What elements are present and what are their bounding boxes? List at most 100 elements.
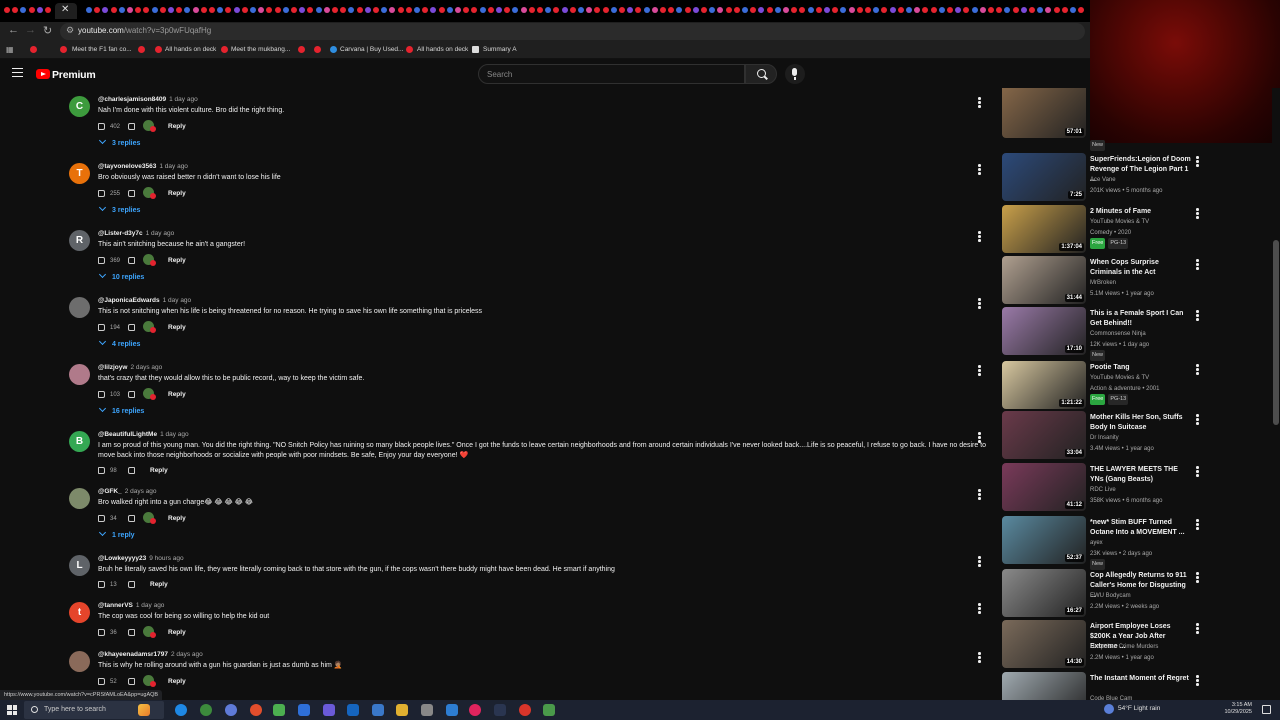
comment-author[interactable]: @khayeenadamsr1797 [98,651,168,658]
comment-avatar[interactable]: L [69,555,90,576]
omnibox[interactable] [60,23,1085,40]
video-title[interactable]: Pootie Tang [1090,363,1192,373]
tab-favicon-icon[interactable] [373,7,379,13]
tab-favicon-icon[interactable] [348,7,355,13]
tab-favicon-icon[interactable] [578,7,584,13]
comment-more-options-icon[interactable] [978,432,981,443]
tab-favicon-icon[interactable] [291,7,297,13]
tab-favicon-icon[interactable] [676,7,683,13]
app-icon[interactable] [347,704,359,716]
comment-more-options-icon[interactable] [978,556,981,567]
comment-avatar[interactable] [69,488,90,509]
comment-more-options-icon[interactable] [978,489,981,500]
video-channel[interactable]: RDC Live [1090,485,1200,496]
tab-favicon-icon[interactable] [1070,7,1076,13]
opera-icon[interactable] [250,704,262,716]
comment-author[interactable]: @tannerVS [98,602,133,609]
tab-favicon-icon[interactable] [455,7,461,13]
video-more-options-icon[interactable] [1196,466,1199,477]
reply-button[interactable]: Reply [168,629,186,636]
video-more-options-icon[interactable] [1196,519,1199,530]
reply-button[interactable]: Reply [168,391,186,398]
like-icon[interactable] [98,324,105,331]
related-video-item[interactable]: 1:21:22 Pootie Tang YouTube Movies & TV Act… [1000,361,1270,411]
tab-favicon-icon[interactable] [28,7,35,13]
bookmark-item[interactable]: All hands on deck [165,46,216,53]
related-video-item[interactable]: 31:44 When Cops Surprise Criminals in the… [1000,256,1270,306]
like-icon[interactable] [98,678,105,685]
tab-favicon-icon[interactable] [1078,7,1085,13]
comment-avatar[interactable]: t [69,602,90,623]
bookmark-icon[interactable] [60,46,67,53]
comment-author[interactable]: @GFK_ [98,488,122,495]
video-title[interactable]: 2 Minutes of Fame [1090,207,1192,217]
tab-favicon-icon[interactable] [438,7,445,13]
tab-favicon-icon[interactable] [692,7,699,13]
dislike-icon[interactable] [128,467,135,474]
tab-favicon-icon[interactable] [545,7,552,13]
view-replies-button[interactable]: 3 replies [98,136,140,147]
comment-author[interactable]: @Lowkeyyyy23 [98,555,146,562]
tab-favicon-icon[interactable] [824,7,830,13]
tab-favicon-icon[interactable] [315,7,322,13]
weather-text[interactable]: 54°F Light rain [1118,705,1160,712]
tab-favicon-icon[interactable] [414,7,420,13]
url-text[interactable]: youtube.com/watch?v=3p0wFUqafHg [78,26,211,35]
video-title[interactable]: This is a Female Sport I Can Get Behind!… [1090,309,1192,329]
youtube-logo-icon[interactable] [36,69,50,79]
video-channel[interactable]: MrBroken [1090,278,1200,289]
comment-author[interactable]: @lilzjoyw [98,364,127,371]
tab-favicon-icon[interactable] [569,7,576,13]
video-channel[interactable]: Ace Vane [1090,175,1200,186]
tab-favicon-icon[interactable] [94,7,101,13]
video-more-options-icon[interactable] [1196,675,1199,686]
like-icon[interactable] [98,257,105,264]
tab-favicon-icon[interactable] [1053,7,1060,13]
related-video-item[interactable]: 33:04 Mother Kills Her Son, Stuffs Body I… [1000,411,1270,461]
tab-favicon-icon[interactable] [807,7,814,13]
view-replies-button[interactable]: 4 replies [98,337,140,348]
bookmark-item[interactable]: All hands on deck [417,46,468,53]
tab-favicon-icon[interactable] [996,7,1003,13]
video-thumbnail[interactable]: 33:04 [1002,411,1086,459]
app-icon[interactable] [273,704,285,716]
reply-button[interactable]: Reply [168,257,186,264]
related-video-item[interactable]: 14:30 Airport Employee Loses $200K a Year… [1000,620,1270,670]
video-title[interactable]: The Instant Moment of Regret [1090,674,1192,684]
dislike-icon[interactable] [128,678,135,685]
hamburger-menu-icon[interactable] [12,68,23,77]
reply-button[interactable]: Reply [168,123,186,130]
tab-favicon-icon[interactable] [397,7,404,13]
tab-favicon-icon[interactable] [192,7,199,13]
app-icon[interactable] [519,704,531,716]
tab-favicon-icon[interactable] [651,7,658,13]
tab-favicon-icon[interactable] [783,7,789,13]
like-icon[interactable] [98,467,105,474]
tab-favicon-icon[interactable] [988,7,994,13]
reply-button[interactable]: Reply [168,324,186,331]
app-icon[interactable] [298,704,310,716]
comment-timestamp[interactable]: 1 day ago [160,431,189,438]
tab-favicon-icon[interactable] [110,7,117,13]
like-icon[interactable] [98,629,105,636]
tab-favicon-icon[interactable] [1012,7,1019,13]
tab-favicon-icon[interactable] [233,7,240,13]
tab-favicon-icon[interactable] [217,7,224,13]
video-title[interactable]: When Cops Surprise Criminals in the Act [1090,258,1192,278]
like-icon[interactable] [98,581,105,588]
tab-favicon-icon[interactable] [897,7,904,13]
tab-favicon-icon[interactable] [971,7,978,13]
tab-favicon-icon[interactable] [405,7,412,13]
tab-favicon-icon[interactable] [446,7,453,13]
tab-favicon-icon[interactable] [127,7,133,13]
related-video-item[interactable]: 52:37 *new* Stim BUFF Turned Octane Into … [1000,516,1270,570]
tab-favicon-icon[interactable] [159,7,166,13]
tab-favicon-icon[interactable] [701,7,707,13]
bookmark-icon[interactable] [314,46,321,53]
tab-favicon-icon[interactable] [1004,7,1011,13]
view-replies-button[interactable]: 10 replies [98,270,144,281]
tab-favicon-icon[interactable] [528,7,535,13]
comment-timestamp[interactable]: 1 day ago [146,230,175,237]
apps-icon[interactable]: ▦ [6,45,14,54]
tab-favicon-icon[interactable] [922,7,929,13]
